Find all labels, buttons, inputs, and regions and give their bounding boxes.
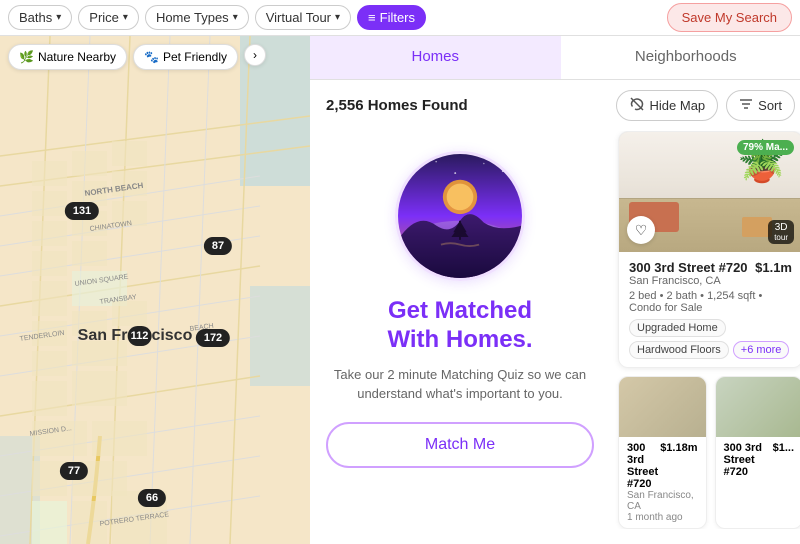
city-label: San Fr112cisco xyxy=(78,326,193,346)
price-chevron-icon: ▾ xyxy=(123,12,128,23)
map-background: NORTH BEACH CHINATOWN UNION SQUARE TRANS… xyxy=(0,36,310,544)
listings-right: 🪴 79% Ma... ♡ 3D tour xyxy=(610,131,800,544)
featured-meta: 2 bed • 2 bath • 1,254 sqft • Condo for … xyxy=(629,290,792,314)
featured-address: 300 3rd Street #720 xyxy=(629,260,748,275)
featured-city: San Francisco, CA xyxy=(629,275,748,287)
listing-card-2-image xyxy=(716,377,800,437)
header-actions: Hide Map Sort xyxy=(616,90,795,121)
svg-text:MISSION D...: MISSION D... xyxy=(29,425,72,438)
filter-lines-icon: ≡ xyxy=(368,10,376,25)
price-filter-btn[interactable]: Price ▾ xyxy=(78,5,139,30)
baths-chevron-icon: ▾ xyxy=(56,12,61,23)
svg-text:UNION SQUARE: UNION SQUARE xyxy=(74,273,129,288)
tag-scroll-right-btn[interactable]: › xyxy=(244,44,266,66)
map-marker-87[interactable]: 87 xyxy=(204,237,232,255)
featured-price: $1.1m xyxy=(755,260,792,275)
home-types-filter-btn[interactable]: Home Types ▾ xyxy=(145,5,249,30)
sort-btn[interactable]: Sort xyxy=(726,90,795,121)
bottom-cards: 300 3rd Street #720 $1.18m San Francisco… xyxy=(610,376,800,529)
svg-text:CHINATOWN: CHINATOWN xyxy=(89,220,132,233)
tab-neighborhoods[interactable]: Neighborhoods xyxy=(561,36,800,79)
map-marker-77[interactable]: 77 xyxy=(60,462,88,480)
tag-row: 🌿 Nature Nearby 🐾 Pet Friendly › xyxy=(8,44,266,70)
listing-card-1: 300 3rd Street #720 $1.18m San Francisco… xyxy=(618,376,707,529)
featured-listing-info: 300 3rd Street #720 San Francisco, CA $1… xyxy=(619,252,800,367)
save-search-btn[interactable]: Save My Search xyxy=(667,3,792,32)
virtual-tour-chevron-icon: ▾ xyxy=(335,12,340,23)
match-title: Get Matched With Homes. xyxy=(387,297,532,355)
svg-text:TRANSBAY: TRANSBAY xyxy=(99,294,137,306)
hide-map-btn[interactable]: Hide Map xyxy=(616,90,719,121)
sort-icon xyxy=(739,97,753,114)
tag-more[interactable]: +6 more xyxy=(733,341,790,359)
hide-map-icon xyxy=(629,96,645,115)
3d-tour-badge: 3D tour xyxy=(768,220,794,244)
listing-card-1-info: 300 3rd Street #720 $1.18m San Francisco… xyxy=(619,437,706,528)
tag-hardwood: Hardwood Floors xyxy=(629,341,729,359)
svg-text:NORTH BEACH: NORTH BEACH xyxy=(84,181,144,198)
match-illustration xyxy=(395,151,525,281)
match-description: Take our 2 minute Matching Quiz so we ca… xyxy=(326,365,594,404)
filter-bar: Baths ▾ Price ▾ Home Types ▾ Virtual Tou… xyxy=(0,0,800,36)
baths-filter-btn[interactable]: Baths ▾ xyxy=(8,5,72,30)
home-types-chevron-icon: ▾ xyxy=(233,12,238,23)
match-card: Get Matched With Homes. Take our 2 minut… xyxy=(310,131,610,544)
heart-btn[interactable]: ♡ xyxy=(627,216,655,244)
svg-text:POTRERO TERRACE: POTRERO TERRACE xyxy=(99,511,170,528)
featured-listing-image: 🪴 79% Ma... ♡ 3D tour xyxy=(619,132,800,252)
main-layout: NORTH BEACH CHINATOWN UNION SQUARE TRANS… xyxy=(0,36,800,544)
match-percentage-badge: 79% Ma... xyxy=(737,140,794,155)
featured-listing-card: 🪴 79% Ma... ♡ 3D tour xyxy=(618,131,800,368)
virtual-tour-filter-btn[interactable]: Virtual Tour ▾ xyxy=(255,5,351,30)
map-marker-172[interactable]: 172 xyxy=(196,329,230,347)
map-marker-66[interactable]: 66 xyxy=(138,489,166,507)
featured-tags: Upgraded Home Hardwood Floors +6 more xyxy=(629,319,792,359)
map-panel: NORTH BEACH CHINATOWN UNION SQUARE TRANS… xyxy=(0,36,310,544)
content-area: Get Matched With Homes. Take our 2 minut… xyxy=(310,131,800,544)
listing-card-2: 300 3rd Street #720 $1... xyxy=(715,376,800,529)
results-count: 2,556 Homes Found xyxy=(326,97,468,114)
match-me-btn[interactable]: Match Me xyxy=(326,422,594,468)
map-marker-131[interactable]: 131 xyxy=(65,202,99,220)
tag-upgraded: Upgraded Home xyxy=(629,319,726,337)
paw-icon: 🐾 xyxy=(144,50,159,64)
listing-card-2-info: 300 3rd Street #720 $1... xyxy=(716,437,800,483)
nature-nearby-tag[interactable]: 🌿 Nature Nearby xyxy=(8,44,127,70)
right-panel: Homes Neighborhoods 2,556 Homes Found Hi… xyxy=(310,36,800,544)
filters-btn[interactable]: ≡ Filters xyxy=(357,5,426,30)
tab-homes[interactable]: Homes xyxy=(310,36,561,79)
svg-text:TENDERLOIN: TENDERLOIN xyxy=(19,330,65,343)
pet-friendly-tag[interactable]: 🐾 Pet Friendly xyxy=(133,44,238,70)
listing-card-1-image xyxy=(619,377,706,437)
leaf-icon: 🌿 xyxy=(19,50,34,64)
tabs: Homes Neighborhoods xyxy=(310,36,800,80)
results-header: 2,556 Homes Found Hide Map xyxy=(310,80,800,131)
